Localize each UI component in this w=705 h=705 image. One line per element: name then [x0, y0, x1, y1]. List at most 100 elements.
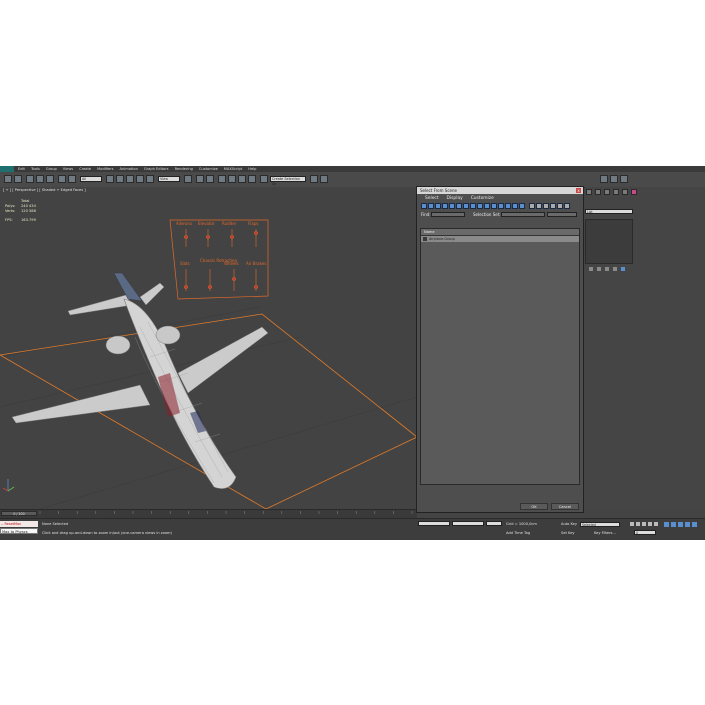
display-all-icon[interactable] [505, 203, 511, 209]
field-of-view-icon[interactable] [685, 522, 690, 527]
menu-tools[interactable]: Tools [31, 167, 40, 171]
maxscript-listener-output[interactable]: -- ResetMax [0, 521, 38, 527]
select-invert-icon[interactable] [543, 203, 549, 209]
move-icon[interactable] [126, 175, 134, 183]
keyboard-shortcut-icon[interactable] [206, 175, 214, 183]
filter-icon[interactable] [557, 203, 563, 209]
set-key-button[interactable]: Set Key [561, 531, 575, 535]
unlink-icon[interactable] [36, 175, 44, 183]
select-manipulate-icon[interactable] [196, 175, 204, 183]
named-selection-dropdown[interactable]: Create Selection Se [270, 176, 306, 186]
play-icon[interactable] [642, 522, 646, 526]
perspective-viewport[interactable]: [ + ] [ Perspective ] [ Shaded + Edged F… [0, 187, 417, 509]
render-icon[interactable] [620, 175, 628, 183]
go-to-start-icon[interactable] [630, 522, 634, 526]
add-time-tag[interactable]: Add Time Tag [506, 531, 530, 535]
find-input[interactable] [431, 212, 465, 217]
make-unique-icon[interactable] [605, 267, 609, 271]
display-helpers-icon[interactable] [449, 203, 455, 209]
display-lights-icon[interactable] [435, 203, 441, 209]
create-tab-icon[interactable] [586, 189, 592, 195]
modifier-list-dropdown[interactable]: List [585, 209, 633, 214]
key-mode-dropdown[interactable]: Selected [580, 522, 620, 527]
display-cameras-icon[interactable] [442, 203, 448, 209]
rendered-frame-icon[interactable] [610, 175, 618, 183]
motion-tab-icon[interactable] [613, 189, 619, 195]
previous-frame-icon[interactable] [636, 522, 640, 526]
y-coordinate-field[interactable] [452, 521, 484, 526]
menu-maxscript[interactable]: MAXScript [224, 167, 242, 171]
z-coordinate-field[interactable] [486, 521, 502, 526]
display-none-icon[interactable] [512, 203, 518, 209]
display-xrefs-icon[interactable] [470, 203, 476, 209]
display-shapes-icon[interactable] [428, 203, 434, 209]
next-frame-icon[interactable] [648, 522, 652, 526]
select-none-icon[interactable] [536, 203, 542, 209]
configure-modifier-sets-icon[interactable] [621, 267, 625, 271]
edit-named-selection-icon[interactable] [260, 175, 268, 183]
display-tab-icon[interactable] [622, 189, 628, 195]
menu-modifiers[interactable]: Modifiers [97, 167, 113, 171]
dialog-menu-customize[interactable]: Customize [471, 196, 494, 201]
selection-set-dropdown[interactable] [501, 212, 545, 217]
spinner-snap-icon[interactable] [248, 175, 256, 183]
display-geometry-icon[interactable] [421, 203, 427, 209]
display-space-warps-icon[interactable] [456, 203, 462, 209]
angle-snap-icon[interactable] [228, 175, 236, 183]
dialog-menu-select[interactable]: Select [425, 196, 439, 201]
link-icon[interactable] [26, 175, 34, 183]
undo-icon[interactable] [4, 175, 12, 183]
select-by-name-icon[interactable] [68, 175, 76, 183]
go-to-end-icon[interactable] [654, 522, 658, 526]
ok-button[interactable]: OK [520, 503, 548, 510]
zoom-extents-icon[interactable] [678, 522, 683, 527]
remove-modifier-icon[interactable] [613, 267, 617, 271]
scene-object-list[interactable]: Name Airplane-Group [420, 228, 580, 485]
zoom-all-icon[interactable] [671, 522, 676, 527]
hierarchy-tab-icon[interactable] [604, 189, 610, 195]
selection-set-field[interactable] [547, 212, 577, 217]
column-header-name[interactable]: Name [421, 229, 579, 236]
x-coordinate-field[interactable] [418, 521, 450, 526]
select-object-icon[interactable] [58, 175, 66, 183]
bind-space-warp-icon[interactable] [46, 175, 54, 183]
menu-customize[interactable]: Customize [199, 167, 218, 171]
close-icon[interactable]: x [576, 188, 581, 193]
selection-filter-dropdown[interactable]: All [80, 176, 102, 182]
menu-views[interactable]: Views [63, 167, 73, 171]
key-filters-button[interactable]: Key Filters... [594, 531, 616, 535]
sync-selection-icon[interactable] [550, 203, 556, 209]
scale-icon[interactable] [146, 175, 154, 183]
color-swatch[interactable] [631, 189, 637, 195]
menu-edit[interactable]: Edit [18, 167, 25, 171]
zoom-icon[interactable] [664, 522, 669, 527]
select-children-icon[interactable] [564, 203, 570, 209]
modifier-stack[interactable] [585, 219, 633, 264]
pivot-icon[interactable] [184, 175, 192, 183]
mirror-icon[interactable] [310, 175, 318, 183]
display-bones-icon[interactable] [477, 203, 483, 209]
menu-group[interactable]: Group [46, 167, 57, 171]
select-all-icon[interactable] [529, 203, 535, 209]
window-crossing-icon[interactable] [116, 175, 124, 183]
rotate-icon[interactable] [136, 175, 144, 183]
menu-create[interactable]: Create [79, 167, 91, 171]
render-setup-icon[interactable] [600, 175, 608, 183]
show-end-result-icon[interactable] [597, 267, 601, 271]
select-region-icon[interactable] [106, 175, 114, 183]
auto-key-button[interactable]: Auto Key [561, 522, 577, 526]
menu-help[interactable]: Help [248, 167, 256, 171]
dialog-titlebar[interactable]: Select From Scene x [417, 187, 583, 194]
menu-animation[interactable]: Animation [120, 167, 138, 171]
display-groups-icon[interactable] [463, 203, 469, 209]
display-frozen-icon[interactable] [491, 203, 497, 209]
maxscript-mini-listener[interactable]: Max to Physcs [0, 528, 38, 534]
display-invert-icon[interactable] [519, 203, 525, 209]
pin-stack-icon[interactable] [589, 267, 593, 271]
pan-icon[interactable] [692, 522, 697, 527]
align-icon[interactable] [320, 175, 328, 183]
percent-snap-icon[interactable] [238, 175, 246, 183]
cancel-button[interactable]: Cancel [551, 503, 579, 510]
track-bar[interactable]: 0510152025303540455055606570758085909510… [0, 510, 417, 514]
menu-rendering[interactable]: Rendering [175, 167, 193, 171]
